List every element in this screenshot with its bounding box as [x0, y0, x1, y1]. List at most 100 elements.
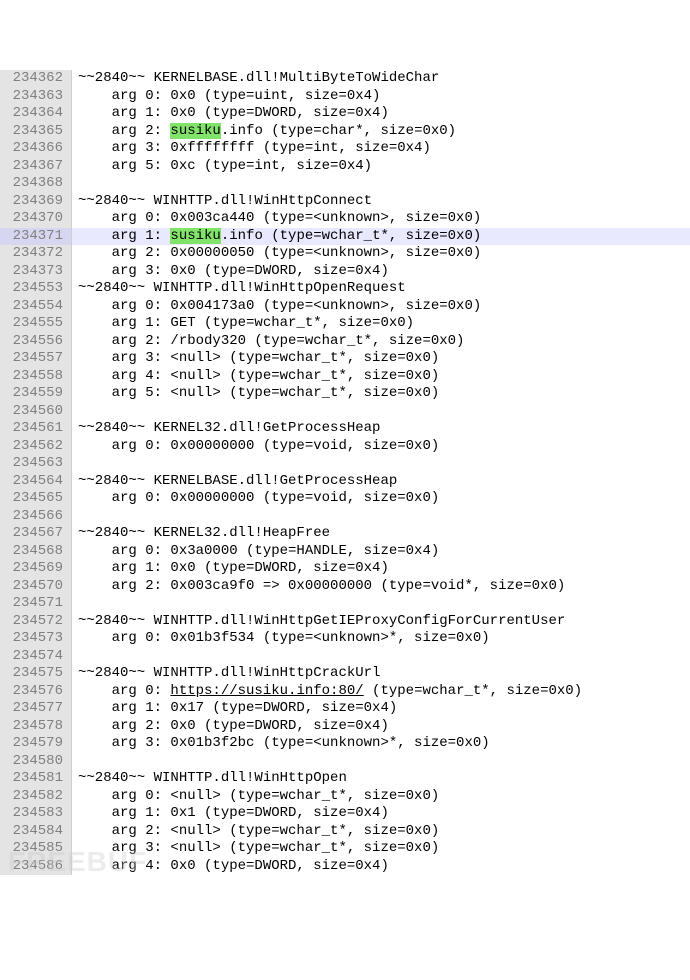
- code-line[interactable]: 234582 arg 0: <null> (type=wchar_t*, siz…: [0, 788, 690, 806]
- code-editor[interactable]: 234362~~2840~~ KERNELBASE.dll!MultiByteT…: [0, 70, 690, 875]
- code-line[interactable]: 234577 arg 1: 0x17 (type=DWORD, size=0x4…: [0, 700, 690, 718]
- code-content[interactable]: arg 3: <null> (type=wchar_t*, size=0x0): [72, 840, 690, 858]
- code-content[interactable]: ~~2840~~ WINHTTP.dll!WinHttpOpen: [72, 770, 690, 788]
- code-content[interactable]: arg 0: 0x01b3f534 (type=<unknown>*, size…: [72, 630, 690, 648]
- code-content[interactable]: arg 2: <null> (type=wchar_t*, size=0x0): [72, 823, 690, 841]
- code-line[interactable]: 234565 arg 0: 0x00000000 (type=void, siz…: [0, 490, 690, 508]
- code-line[interactable]: 234554 arg 0: 0x004173a0 (type=<unknown>…: [0, 298, 690, 316]
- code-content[interactable]: ~~2840~~ WINHTTP.dll!WinHttpCrackUrl: [72, 665, 690, 683]
- url-link[interactable]: https://susiku.info:80/: [170, 683, 363, 699]
- code-content[interactable]: arg 1: susiku.info (type=wchar_t*, size=…: [72, 228, 690, 246]
- line-number: 234557: [0, 350, 72, 368]
- code-line[interactable]: 234584 arg 2: <null> (type=wchar_t*, siz…: [0, 823, 690, 841]
- code-line[interactable]: 234578 arg 2: 0x0 (type=DWORD, size=0x4): [0, 718, 690, 736]
- code-content[interactable]: arg 1: 0x1 (type=DWORD, size=0x4): [72, 805, 690, 823]
- code-line[interactable]: 234370 arg 0: 0x003ca440 (type=<unknown>…: [0, 210, 690, 228]
- code-line[interactable]: 234558 arg 4: <null> (type=wchar_t*, siz…: [0, 368, 690, 386]
- code-content[interactable]: arg 0: 0x00000000 (type=void, size=0x0): [72, 490, 690, 508]
- code-line[interactable]: 234373 arg 3: 0x0 (type=DWORD, size=0x4): [0, 263, 690, 281]
- code-line[interactable]: 234576 arg 0: https://susiku.info:80/ (t…: [0, 683, 690, 701]
- code-line[interactable]: 234571: [0, 595, 690, 613]
- line-number: 234560: [0, 403, 72, 421]
- code-content[interactable]: arg 1: 0x17 (type=DWORD, size=0x4): [72, 700, 690, 718]
- code-line[interactable]: 234562 arg 0: 0x00000000 (type=void, siz…: [0, 438, 690, 456]
- line-number: 234575: [0, 665, 72, 683]
- code-content[interactable]: arg 1: 0x0 (type=DWORD, size=0x4): [72, 105, 690, 123]
- code-line[interactable]: 234367 arg 5: 0xc (type=int, size=0x4): [0, 158, 690, 176]
- code-content[interactable]: arg 1: 0x0 (type=DWORD, size=0x4): [72, 560, 690, 578]
- code-line[interactable]: 234568 arg 0: 0x3a0000 (type=HANDLE, siz…: [0, 543, 690, 561]
- line-number: 234366: [0, 140, 72, 158]
- code-content[interactable]: [72, 403, 690, 421]
- code-line[interactable]: 234364 arg 1: 0x0 (type=DWORD, size=0x4): [0, 105, 690, 123]
- line-number: 234576: [0, 683, 72, 701]
- code-line[interactable]: 234581~~2840~~ WINHTTP.dll!WinHttpOpen: [0, 770, 690, 788]
- code-content[interactable]: arg 3: 0x01b3f2bc (type=<unknown>*, size…: [72, 735, 690, 753]
- code-content[interactable]: arg 0: https://susiku.info:80/ (type=wch…: [72, 683, 690, 701]
- code-line[interactable]: 234557 arg 3: <null> (type=wchar_t*, siz…: [0, 350, 690, 368]
- code-line[interactable]: 234566: [0, 508, 690, 526]
- code-content[interactable]: arg 5: 0xc (type=int, size=0x4): [72, 158, 690, 176]
- code-content[interactable]: [72, 648, 690, 666]
- code-content[interactable]: arg 0: 0x00000000 (type=void, size=0x0): [72, 438, 690, 456]
- code-line[interactable]: 234569 arg 1: 0x0 (type=DWORD, size=0x4): [0, 560, 690, 578]
- code-line[interactable]: 234371 arg 1: susiku.info (type=wchar_t*…: [0, 228, 690, 246]
- code-line[interactable]: 234368: [0, 175, 690, 193]
- code-line[interactable]: 234555 arg 1: GET (type=wchar_t*, size=0…: [0, 315, 690, 333]
- code-line[interactable]: 234372 arg 2: 0x00000050 (type=<unknown>…: [0, 245, 690, 263]
- code-line[interactable]: 234363 arg 0: 0x0 (type=uint, size=0x4): [0, 88, 690, 106]
- code-content[interactable]: ~~2840~~ KERNEL32.dll!GetProcessHeap: [72, 420, 690, 438]
- code-content[interactable]: [72, 595, 690, 613]
- code-line[interactable]: 234574: [0, 648, 690, 666]
- code-content[interactable]: ~~2840~~ KERNELBASE.dll!MultiByteToWideC…: [72, 70, 690, 88]
- code-line[interactable]: 234575~~2840~~ WINHTTP.dll!WinHttpCrackU…: [0, 665, 690, 683]
- code-content[interactable]: arg 0: <null> (type=wchar_t*, size=0x0): [72, 788, 690, 806]
- code-content[interactable]: arg 2: 0x003ca9f0 => 0x00000000 (type=vo…: [72, 578, 690, 596]
- code-line[interactable]: 234586 arg 4: 0x0 (type=DWORD, size=0x4): [0, 858, 690, 876]
- code-line[interactable]: 234559 arg 5: <null> (type=wchar_t*, siz…: [0, 385, 690, 403]
- code-content[interactable]: ~~2840~~ KERNEL32.dll!HeapFree: [72, 525, 690, 543]
- code-content[interactable]: ~~2840~~ KERNELBASE.dll!GetProcessHeap: [72, 473, 690, 491]
- code-content[interactable]: arg 0: 0x0 (type=uint, size=0x4): [72, 88, 690, 106]
- code-line[interactable]: 234570 arg 2: 0x003ca9f0 => 0x00000000 (…: [0, 578, 690, 596]
- code-line[interactable]: 234572~~2840~~ WINHTTP.dll!WinHttpGetIEP…: [0, 613, 690, 631]
- code-line[interactable]: 234579 arg 3: 0x01b3f2bc (type=<unknown>…: [0, 735, 690, 753]
- code-line[interactable]: 234583 arg 1: 0x1 (type=DWORD, size=0x4): [0, 805, 690, 823]
- code-content[interactable]: ~~2840~~ WINHTTP.dll!WinHttpConnect: [72, 193, 690, 211]
- code-line[interactable]: 234366 arg 3: 0xffffffff (type=int, size…: [0, 140, 690, 158]
- code-content[interactable]: arg 2: 0x00000050 (type=<unknown>, size=…: [72, 245, 690, 263]
- code-content[interactable]: ~~2840~~ WINHTTP.dll!WinHttpOpenRequest: [72, 280, 690, 298]
- code-content[interactable]: [72, 455, 690, 473]
- code-line[interactable]: 234564~~2840~~ KERNELBASE.dll!GetProcess…: [0, 473, 690, 491]
- code-content[interactable]: arg 4: <null> (type=wchar_t*, size=0x0): [72, 368, 690, 386]
- code-content[interactable]: [72, 508, 690, 526]
- code-line[interactable]: 234560: [0, 403, 690, 421]
- code-line[interactable]: 234362~~2840~~ KERNELBASE.dll!MultiByteT…: [0, 70, 690, 88]
- code-line[interactable]: 234563: [0, 455, 690, 473]
- code-content[interactable]: arg 0: 0x003ca440 (type=<unknown>, size=…: [72, 210, 690, 228]
- code-line[interactable]: 234580: [0, 753, 690, 771]
- code-content[interactable]: arg 4: 0x0 (type=DWORD, size=0x4): [72, 858, 690, 876]
- code-line[interactable]: 234561~~2840~~ KERNEL32.dll!GetProcessHe…: [0, 420, 690, 438]
- code-line[interactable]: 234567~~2840~~ KERNEL32.dll!HeapFree: [0, 525, 690, 543]
- code-content[interactable]: arg 3: 0x0 (type=DWORD, size=0x4): [72, 263, 690, 281]
- code-line[interactable]: 234369~~2840~~ WINHTTP.dll!WinHttpConnec…: [0, 193, 690, 211]
- code-content[interactable]: [72, 175, 690, 193]
- code-line[interactable]: 234585 arg 3: <null> (type=wchar_t*, siz…: [0, 840, 690, 858]
- code-content[interactable]: arg 2: 0x0 (type=DWORD, size=0x4): [72, 718, 690, 736]
- code-content[interactable]: arg 2: /rbody320 (type=wchar_t*, size=0x…: [72, 333, 690, 351]
- code-content[interactable]: arg 3: <null> (type=wchar_t*, size=0x0): [72, 350, 690, 368]
- code-line[interactable]: 234573 arg 0: 0x01b3f534 (type=<unknown>…: [0, 630, 690, 648]
- code-line[interactable]: 234553~~2840~~ WINHTTP.dll!WinHttpOpenRe…: [0, 280, 690, 298]
- code-content[interactable]: arg 1: GET (type=wchar_t*, size=0x0): [72, 315, 690, 333]
- code-content[interactable]: [72, 753, 690, 771]
- code-line[interactable]: 234556 arg 2: /rbody320 (type=wchar_t*, …: [0, 333, 690, 351]
- code-content[interactable]: arg 0: 0x3a0000 (type=HANDLE, size=0x4): [72, 543, 690, 561]
- code-content[interactable]: arg 2: susiku.info (type=char*, size=0x0…: [72, 123, 690, 141]
- line-number: 234570: [0, 578, 72, 596]
- code-content[interactable]: arg 5: <null> (type=wchar_t*, size=0x0): [72, 385, 690, 403]
- code-content[interactable]: ~~2840~~ WINHTTP.dll!WinHttpGetIEProxyCo…: [72, 613, 690, 631]
- code-content[interactable]: arg 3: 0xffffffff (type=int, size=0x4): [72, 140, 690, 158]
- code-content[interactable]: arg 0: 0x004173a0 (type=<unknown>, size=…: [72, 298, 690, 316]
- code-line[interactable]: 234365 arg 2: susiku.info (type=char*, s…: [0, 123, 690, 141]
